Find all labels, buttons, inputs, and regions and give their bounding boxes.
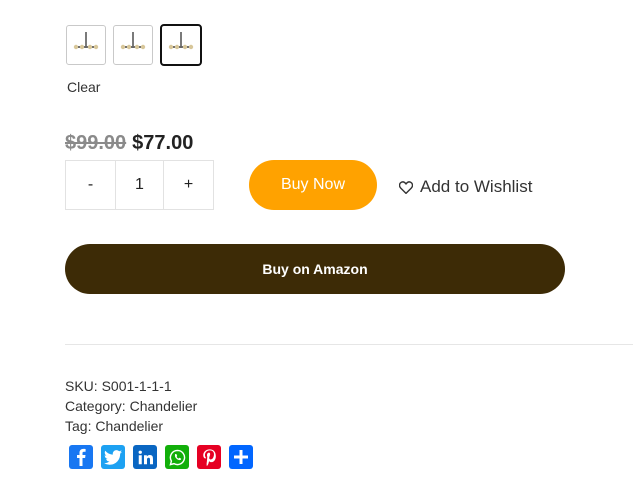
- buy-on-amazon-button[interactable]: Buy on Amazon: [65, 244, 565, 294]
- sku-label: SKU:: [65, 378, 98, 394]
- chandelier-thumbnail-icon: [168, 32, 194, 50]
- whatsapp-icon[interactable]: [165, 445, 189, 469]
- variation-swatches: [66, 24, 202, 66]
- tag-row: Tag: Chandelier: [65, 416, 197, 436]
- price: $99.00 $77.00: [65, 132, 193, 155]
- divider: [65, 344, 633, 345]
- buy-now-button[interactable]: Buy Now: [249, 160, 377, 210]
- category-row: Category: Chandelier: [65, 396, 197, 416]
- share-plus-icon[interactable]: [229, 445, 253, 469]
- swatch-1[interactable]: [66, 25, 106, 65]
- swatch-2[interactable]: [113, 25, 153, 65]
- add-to-wishlist-link[interactable]: Add to Wishlist: [399, 177, 532, 197]
- chandelier-thumbnail-icon: [73, 32, 99, 50]
- category-link[interactable]: Chandelier: [130, 398, 198, 414]
- tag-label: Tag:: [65, 418, 92, 434]
- quantity-stepper: - 1 +: [65, 160, 214, 210]
- swatch-3-selected[interactable]: [160, 24, 202, 66]
- wishlist-label: Add to Wishlist: [420, 177, 533, 196]
- tag-link[interactable]: Chandelier: [95, 418, 163, 434]
- quantity-input[interactable]: 1: [115, 161, 164, 209]
- share-buttons: [69, 445, 253, 469]
- old-price: $99.00: [65, 132, 127, 154]
- current-price: $77.00: [132, 132, 194, 154]
- facebook-icon[interactable]: [69, 445, 93, 469]
- chandelier-thumbnail-icon: [120, 32, 146, 50]
- clear-variation-link[interactable]: Clear: [67, 79, 100, 95]
- quantity-decrease-button[interactable]: -: [66, 161, 115, 209]
- quantity-increase-button[interactable]: +: [164, 161, 213, 209]
- sku-value: S001-1-1-1: [101, 378, 172, 394]
- twitter-icon[interactable]: [101, 445, 125, 469]
- linkedin-icon[interactable]: [133, 445, 157, 469]
- category-label: Category:: [65, 398, 126, 414]
- heart-icon: [399, 180, 413, 194]
- pinterest-icon[interactable]: [197, 445, 221, 469]
- sku-row: SKU: S001-1-1-1: [65, 376, 197, 396]
- product-meta: SKU: S001-1-1-1 Category: Chandelier Tag…: [65, 376, 197, 436]
